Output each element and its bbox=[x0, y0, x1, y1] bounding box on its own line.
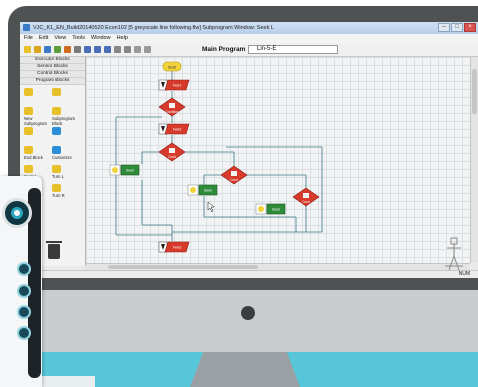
flowchart-diagram: Start Fwd1 Condition Fwd2 Cond Seek Cond Seek Co… bbox=[109, 61, 323, 253]
stop-icon[interactable] bbox=[134, 46, 141, 53]
condition-label-4: Cond bbox=[168, 155, 176, 159]
palette-block-7[interactable]: End Block bbox=[24, 146, 52, 162]
condition-icon-2 bbox=[169, 103, 175, 108]
block-icon bbox=[52, 127, 61, 135]
palette-block-1[interactable] bbox=[24, 88, 52, 104]
settings-gear-icon[interactable] bbox=[2, 198, 32, 228]
toolbar: Main Program Lin-5-E bbox=[20, 43, 478, 57]
action-label-5: Seek bbox=[126, 169, 134, 173]
device-button-1[interactable] bbox=[17, 262, 31, 276]
io-label-10: Fwd3 bbox=[173, 246, 182, 250]
status-bar: NUM bbox=[20, 270, 478, 278]
maximize-button[interactable]: □ bbox=[451, 23, 463, 32]
new-file-icon[interactable] bbox=[24, 46, 31, 53]
app-icon bbox=[23, 24, 30, 32]
palette-block-2[interactable] bbox=[52, 88, 80, 104]
save-icon[interactable] bbox=[44, 46, 51, 53]
block-icon bbox=[52, 88, 61, 96]
condition-label-6: Cond bbox=[230, 178, 238, 182]
download-icon[interactable] bbox=[64, 46, 71, 53]
flowchart-canvas[interactable]: Start Fwd1 Condition Fwd2 Cond Seek Cond Seek Co… bbox=[86, 57, 470, 263]
window-title: VJC_K1_EN_Build20140520 Econ102 [5 greys… bbox=[33, 25, 274, 31]
program-label: Main Program bbox=[202, 46, 246, 53]
subprogram-value: Lin-5-E bbox=[257, 46, 277, 52]
block-icon bbox=[24, 146, 33, 154]
mouse-cursor-icon bbox=[207, 201, 215, 213]
title-bar: VJC_K1_EN_Build20140520 Econ102 [5 greys… bbox=[20, 22, 478, 34]
gear-center-icon bbox=[11, 207, 23, 219]
robot-sketch-decoration bbox=[445, 237, 463, 271]
zoom-out-icon[interactable] bbox=[94, 46, 101, 53]
condition-icon-8 bbox=[303, 193, 309, 198]
application-window: VJC_K1_EN_Build20140520 Econ102 [5 greys… bbox=[20, 22, 478, 278]
cut-icon[interactable] bbox=[74, 46, 81, 53]
device-button-2[interactable] bbox=[17, 284, 31, 298]
menu-help[interactable]: Help bbox=[117, 34, 128, 43]
condition-icon-6 bbox=[231, 171, 237, 176]
print-icon[interactable] bbox=[54, 46, 61, 53]
zoom-in-icon[interactable] bbox=[84, 46, 91, 53]
palette-block-8[interactable]: Customize bbox=[52, 146, 80, 162]
palette-block-label: Turn L bbox=[52, 174, 64, 179]
palette-tab-program[interactable]: Program Blocks bbox=[20, 78, 85, 85]
palette-block-label: New Subprogram bbox=[24, 116, 48, 126]
undo-icon[interactable] bbox=[124, 46, 131, 53]
horizontal-scrollbar[interactable] bbox=[86, 263, 470, 270]
condition-label-2: Condition bbox=[165, 110, 179, 114]
trash-icon[interactable] bbox=[46, 241, 62, 259]
block-icon bbox=[52, 184, 61, 192]
lock-icon[interactable] bbox=[17, 305, 31, 319]
horizontal-scroll-thumb[interactable] bbox=[108, 265, 258, 269]
block-icon bbox=[24, 107, 33, 115]
window-controls: – □ × bbox=[438, 23, 476, 32]
palette-block-label: Customize bbox=[52, 155, 72, 160]
palette-block-label: Subprogram Block bbox=[52, 116, 76, 126]
block-icon bbox=[52, 165, 61, 173]
close-button[interactable]: × bbox=[464, 23, 476, 32]
palette-block-3[interactable]: New Subprogram bbox=[24, 107, 52, 126]
monitor-chin bbox=[8, 290, 478, 352]
menu-edit[interactable]: Edit bbox=[39, 34, 48, 43]
palette-block-label: End Block bbox=[24, 155, 43, 160]
menu-tools[interactable]: Tools bbox=[72, 34, 85, 43]
palette-block-6[interactable] bbox=[52, 127, 80, 143]
palette-tab-sensor[interactable]: Sensor Blocks bbox=[20, 64, 85, 71]
palette-block-5[interactable] bbox=[24, 127, 52, 143]
zoom-fit-icon[interactable] bbox=[104, 46, 111, 53]
palette-tab-executor[interactable]: Executor Blocks bbox=[20, 57, 85, 64]
block-icon bbox=[52, 107, 61, 115]
action-icon-7 bbox=[190, 187, 196, 193]
action-icon-9 bbox=[258, 206, 264, 212]
condition-icon-4 bbox=[169, 148, 175, 153]
monitor-stand bbox=[190, 352, 300, 387]
block-icon bbox=[52, 146, 61, 154]
io-label-1: Fwd1 bbox=[173, 84, 182, 88]
monitor-logo-dot bbox=[241, 306, 255, 320]
download-button-icon[interactable] bbox=[17, 326, 31, 340]
condition-label-8: Cond bbox=[302, 200, 310, 204]
minimize-button[interactable]: – bbox=[438, 23, 450, 32]
start-node-label: Start bbox=[168, 65, 177, 70]
palette-block-10[interactable]: Turn L bbox=[52, 165, 80, 181]
menu-window[interactable]: Window bbox=[91, 34, 111, 43]
palette-block-4[interactable]: Subprogram Block bbox=[52, 107, 80, 126]
menu-file[interactable]: File bbox=[24, 34, 33, 43]
palette-tab-control[interactable]: Control Blocks bbox=[20, 71, 85, 78]
vertical-scrollbar[interactable] bbox=[470, 57, 478, 263]
menu-bar: File Edit View Tools Window Help bbox=[20, 34, 478, 43]
play-icon[interactable] bbox=[144, 46, 151, 53]
palette-block-label: Turn R bbox=[52, 193, 65, 198]
io-label-3: Fwd2 bbox=[173, 128, 182, 132]
action-label-9: Seek bbox=[272, 208, 280, 212]
action-label-7: Seek bbox=[204, 189, 212, 193]
action-icon-5 bbox=[112, 167, 118, 173]
copy-icon[interactable] bbox=[114, 46, 121, 53]
block-icon bbox=[24, 88, 33, 96]
open-folder-icon[interactable] bbox=[34, 46, 41, 53]
vertical-scroll-thumb[interactable] bbox=[472, 69, 477, 114]
block-icon bbox=[24, 165, 33, 173]
palette-block-12[interactable]: Turn R bbox=[52, 184, 80, 200]
menu-view[interactable]: View bbox=[54, 34, 66, 43]
block-icon bbox=[24, 127, 33, 135]
